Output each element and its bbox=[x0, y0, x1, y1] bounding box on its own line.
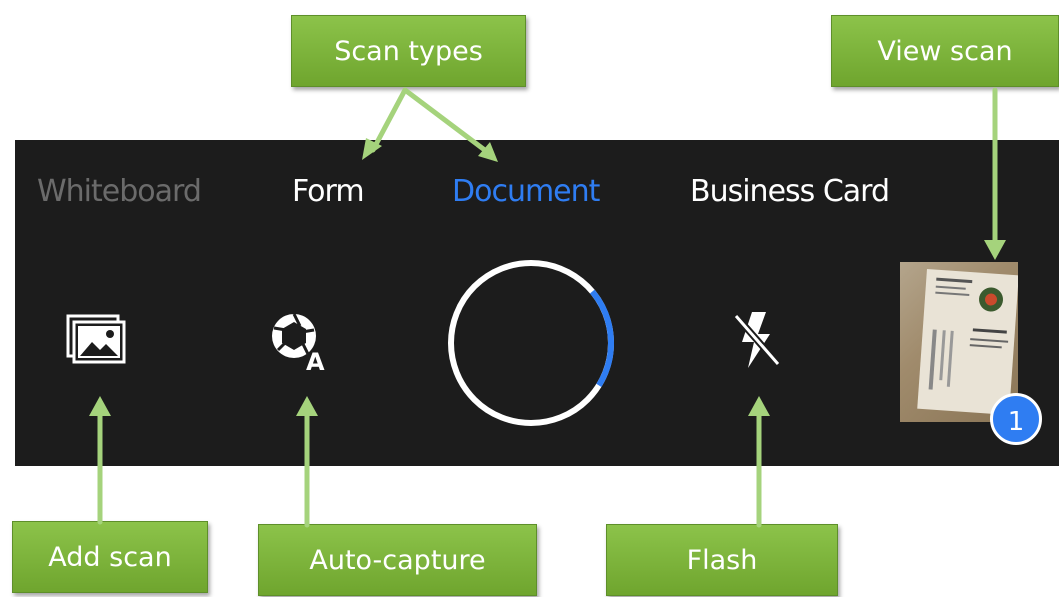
arrow-to-form bbox=[370, 87, 408, 153]
callout-arrows bbox=[89, 87, 1006, 528]
arrow-to-document bbox=[402, 87, 493, 157]
